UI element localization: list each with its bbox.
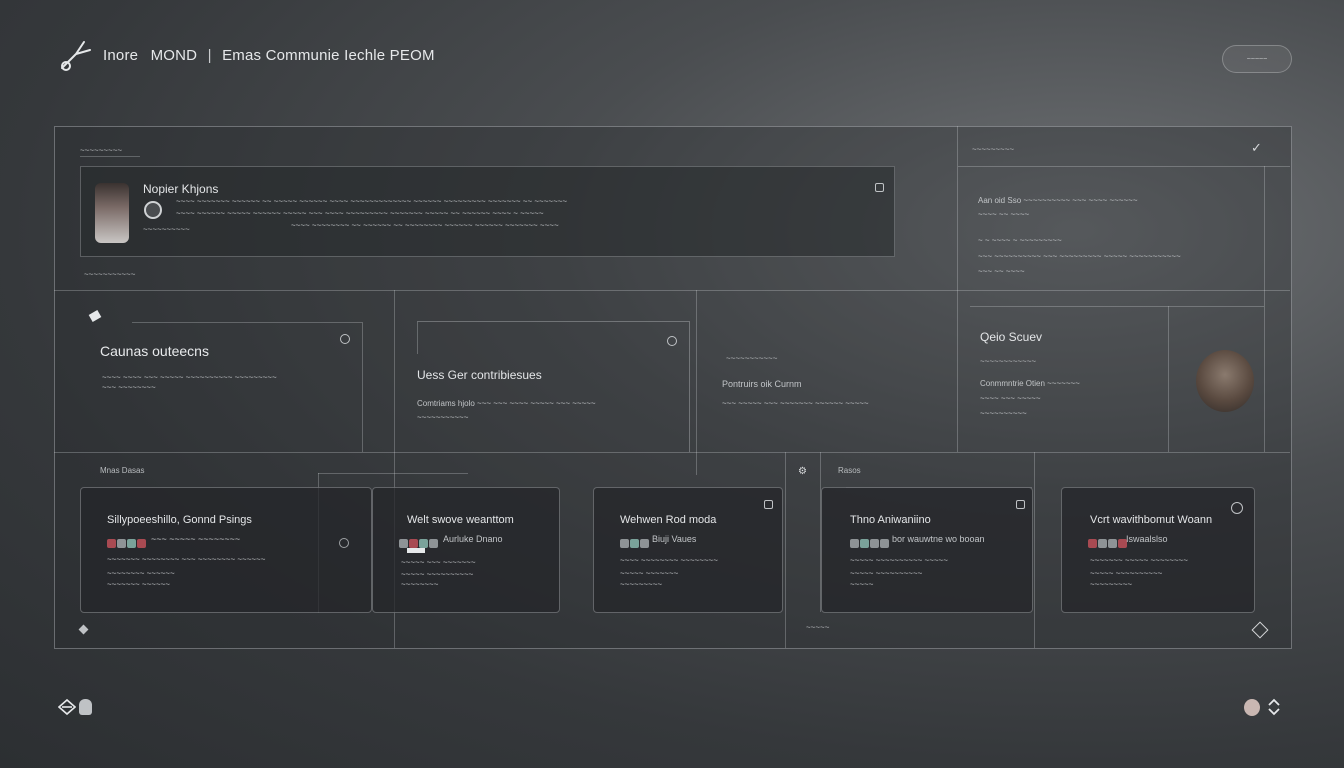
mid-label: ~~~~~~~~~~~ [726,354,778,363]
card-title: Wehwen Rod moda [620,514,717,526]
post-author: Nopier Khjons [143,182,219,196]
card-text: Pontruirs oik Curnm [722,379,802,389]
card-title: Sillypoeeshillo, Gonnd Psings [107,514,252,526]
profile-text: ~~~~ ~~~ ~~~~~ [980,394,1041,403]
card-text: ~~~ ~~~~~ ~~~ ~~~~~~~ ~~~~~~ ~~~~~ [722,399,869,408]
bottom-label-right: Rasos [838,466,861,475]
section-label: ~~~~~~~~~ [80,146,123,155]
right-text: Aan oid Sso ~~~~~~~~~~ ~~~ ~~~~ ~~~~~~ [978,196,1138,205]
page-title: Emas Communie Iechle PEOM [222,47,435,64]
color-chips [107,535,147,553]
user-avatar-icon[interactable] [1244,699,1260,716]
radio-icon[interactable] [1231,502,1243,514]
bottom-card-1[interactable]: Sillypoeeshillo, Gonnd Psings ~~~ ~~~~~ … [80,487,372,613]
nav-back-icon[interactable] [57,698,77,716]
footer-label: ~~~~~ [806,623,830,632]
card-tag: bor wauwtne wo booan [892,534,985,544]
divider [696,290,697,475]
bottom-card-2[interactable]: Welt swove weanttom Aurluke Dnano ~~~~~ … [372,487,560,613]
card-text: ~~~~~~~~~ [620,580,663,589]
bottom-card-3[interactable]: Wehwen Rod moda Biuji Vaues ~~~~ ~~~~~~~… [593,487,783,613]
bookmark-icon[interactable] [764,500,773,509]
right-text: ~ ~ ~~~~ ~ ~~~~~~~~~ [978,236,1062,245]
right-text: ~~~ ~~ ~~~~ [978,267,1025,276]
grid-icon[interactable] [1016,500,1025,509]
profile-icon[interactable] [79,699,92,715]
check-icon[interactable]: ✓ [1251,140,1262,156]
color-chips [850,535,890,553]
brand-b: MOND [150,47,198,64]
section-sublabel: ~~~~~~~~~~~ [84,270,136,279]
card-text: ~~~~~~~ ~~~~~~~~ ~~~ ~~~~~~~~ ~~~~~~ [107,555,266,564]
card-tag: Biuji Vaues [652,534,697,544]
card-text: ~~~~ ~~~~~~~~ ~~~~~~~~ [620,556,718,565]
card-text: ~~~~~~~~~ [1090,580,1133,589]
card-title: Vcrt wavithbomut Woann [1090,514,1213,526]
divider [54,452,1290,453]
bottom-card-4[interactable]: Thno Aniwaniino bor wauwtne wo booan ~~~… [821,487,1033,613]
right-text: ~~~~ ~~ ~~~~ [978,210,1030,219]
divider [54,290,1290,291]
post-line: ~~~~ ~~~~~~~~ ~~ ~~~~~~ ~~ ~~~~~~~~ ~~~~… [291,221,559,230]
profile-text: Conmmntrie Otien ~~~~~~~ [980,379,1080,388]
card-text: ~~~ ~~~~~~~~ [102,383,156,392]
card-text: ~~~~~ ~~~~~~~~~~ ~~~~~ [850,556,948,565]
color-chips [620,535,650,553]
logo-icon [56,36,94,74]
card-text: Comtriams hjolo ~~~ ~~~ ~~~~ ~~~~~ ~~~ ~… [417,399,596,408]
info-icon[interactable] [667,336,677,346]
profile-sub: ~~~~~~~~~~~~ [980,357,1037,366]
card-tag: ~~~ ~~~~~ ~~~~~~~~ [151,534,241,544]
post-card[interactable]: Nopier Khjons ~~~~ ~~~~~~~ ~~~~~~ ~~ ~~~… [80,166,895,257]
reaction-icon [144,201,162,219]
avatar [95,183,129,243]
mid-card-2[interactable]: Uess Ger contribiesues Comtriams hjolo ~… [417,321,690,452]
profile-text: ~~~~~~~~~~ [980,409,1027,418]
divider [1034,452,1035,648]
header-pill-button[interactable]: ~~~~~ [1222,45,1292,73]
card-text: ~~~~~~~ ~~~~~~ [107,580,170,589]
toggle-icon[interactable] [339,538,349,548]
card-title: Caunas outeecns [100,343,209,359]
card-text: ~~~~~~~ ~~~~~ ~~~~~~~~ [1090,556,1188,565]
color-chips [1088,535,1128,553]
info-icon[interactable] [340,334,350,344]
mid-card-1[interactable]: Caunas outeecns ~~~~ ~~~~ ~~~ ~~~~~ ~~~~… [80,322,362,452]
bottom-card-5[interactable]: Vcrt wavithbomut Woann Iswaalslso ~~~~~~… [1061,487,1255,613]
divider [957,126,958,452]
expand-icon[interactable] [1266,698,1282,716]
brand-a: Inore [103,47,139,64]
right-text: ~~~ ~~~~~~~~~~ ~~~ ~~~~~~~~~ ~~~~~ ~~~~~… [978,252,1181,261]
app-title: Inore MOND | Emas Communie Iechle PEOM [103,47,435,64]
profile-name: Qeio Scuev [980,330,1043,344]
bottom-label-left: Mnas Dasas [100,466,145,475]
card-title: Welt swove weanttom [407,514,514,526]
card-tag: Iswaalslso [1126,534,1168,544]
card-title: Thno Aniwaniino [850,514,931,526]
avatar[interactable] [1196,350,1254,412]
right-label: ~~~~~~~~~ [972,145,1015,154]
card-text: ~~~~~~~~ [401,580,439,589]
settings-icon[interactable]: ⚙ [798,466,807,477]
post-meta: ~~~~~~~~~~ [143,225,190,234]
bookmark-icon[interactable] [875,183,884,192]
card-text: ~~~~~ [850,580,874,589]
card-tag: Aurluke Dnano [443,534,503,544]
card-title: Uess Ger contribiesues [417,368,542,382]
card-text: ~~~~~~~~~~~ [417,413,469,422]
